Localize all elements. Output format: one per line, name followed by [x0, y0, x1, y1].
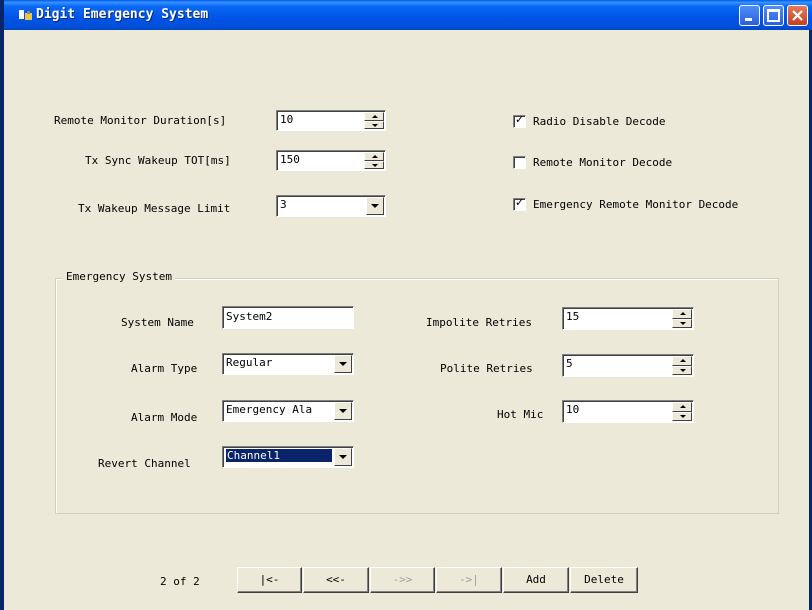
spin-up-icon[interactable] — [364, 112, 384, 121]
spin-down-icon[interactable] — [672, 411, 692, 421]
system-name-label: System Name — [121, 316, 194, 329]
record-counter: 2 of 2 — [160, 575, 200, 588]
hot-mic-value: 10 — [566, 403, 580, 416]
remote-monitor-duration-spinner[interactable]: 10 — [276, 110, 386, 131]
check-icon: ✓ — [515, 113, 525, 126]
close-button[interactable] — [787, 5, 808, 26]
alarm-type-select[interactable]: Regular — [222, 353, 354, 375]
tx-sync-wakeup-tot-value: 150 — [280, 153, 300, 166]
first-record-button[interactable]: |<- — [237, 567, 302, 593]
check-icon: ✓ — [515, 196, 525, 209]
system-name-value: System2 — [226, 310, 273, 323]
polite-retries-value: 5 — [566, 357, 573, 370]
spin-up-icon[interactable] — [672, 402, 692, 412]
impolite-retries-label: Impolite Retries — [426, 316, 532, 329]
spin-buttons[interactable] — [364, 112, 384, 129]
spin-down-icon[interactable] — [672, 365, 692, 375]
radio-disable-decode-label: Radio Disable Decode — [533, 115, 666, 128]
spin-buttons[interactable] — [672, 356, 692, 375]
spin-up-icon[interactable] — [672, 309, 692, 319]
title-bar[interactable]: Digit Emergency System — [4, 0, 812, 30]
impolite-retries-spinner[interactable]: 15 — [562, 307, 694, 330]
spin-buttons[interactable] — [672, 402, 692, 421]
maximize-button[interactable] — [763, 5, 784, 26]
alarm-mode-select[interactable]: Emergency Ala — [222, 400, 354, 422]
tx-sync-wakeup-tot-spinner[interactable]: 150 — [276, 150, 386, 171]
polite-retries-spinner[interactable]: 5 — [562, 354, 694, 377]
remote-monitor-duration-label: Remote Monitor Duration[s] — [54, 114, 227, 127]
emergency-remote-monitor-decode-checkbox[interactable]: ✓ — [513, 196, 526, 211]
minimize-icon — [745, 18, 752, 21]
minimize-button[interactable] — [739, 5, 760, 26]
revert-channel-select[interactable]: Channel1 — [222, 446, 354, 468]
polite-retries-label: Polite Retries — [440, 362, 533, 375]
remote-monitor-decode-checkbox[interactable] — [513, 156, 526, 169]
alarm-mode-label: Alarm Mode — [131, 411, 198, 424]
hot-mic-label: Hot Mic — [497, 408, 544, 421]
next-record-button[interactable]: ->> — [370, 567, 435, 593]
remote-monitor-decode-label: Remote Monitor Decode — [533, 156, 673, 169]
alarm-mode-value: Emergency Ala — [226, 403, 313, 416]
impolite-retries-value: 15 — [566, 310, 580, 323]
revert-channel-value: Channel1 — [225, 448, 333, 463]
spin-buttons[interactable] — [672, 309, 692, 328]
group-title: Emergency System — [63, 270, 175, 283]
spin-up-icon[interactable] — [364, 152, 384, 161]
add-button[interactable]: Add — [503, 567, 569, 593]
window-title: Digit Emergency System — [36, 7, 209, 22]
tx-wakeup-message-limit-value: 3 — [280, 198, 287, 211]
spin-buttons[interactable] — [364, 152, 384, 169]
chevron-down-icon[interactable] — [334, 402, 352, 420]
last-record-button[interactable]: ->| — [436, 567, 502, 593]
radio-disable-decode-checkbox[interactable]: ✓ — [513, 113, 526, 128]
chevron-down-icon[interactable] — [366, 197, 384, 215]
delete-button[interactable]: Delete — [570, 567, 638, 593]
app-icon — [19, 10, 32, 20]
hot-mic-spinner[interactable]: 10 — [562, 400, 694, 423]
spin-down-icon[interactable] — [672, 318, 692, 328]
previous-record-button[interactable]: <<- — [303, 567, 369, 593]
tx-sync-wakeup-tot-label: Tx Sync Wakeup TOT[ms] — [85, 154, 231, 167]
maximize-icon — [767, 9, 780, 22]
alarm-type-value: Regular — [226, 356, 273, 369]
spin-up-icon[interactable] — [672, 356, 692, 366]
alarm-type-label: Alarm Type — [131, 362, 198, 375]
system-name-input[interactable]: System2 — [222, 306, 354, 329]
close-icon — [792, 10, 803, 21]
spin-down-icon[interactable] — [364, 160, 384, 169]
remote-monitor-duration-value: 10 — [280, 113, 294, 126]
tx-wakeup-message-limit-label: Tx Wakeup Message Limit — [78, 202, 231, 215]
chevron-down-icon[interactable] — [334, 355, 352, 373]
tx-wakeup-message-limit-select[interactable]: 3 — [276, 195, 386, 217]
spin-down-icon[interactable] — [364, 120, 384, 129]
chevron-down-icon[interactable] — [334, 448, 352, 466]
revert-channel-label: Revert Channel — [98, 457, 191, 470]
emergency-remote-monitor-decode-label: Emergency Remote Monitor Decode — [533, 198, 739, 211]
